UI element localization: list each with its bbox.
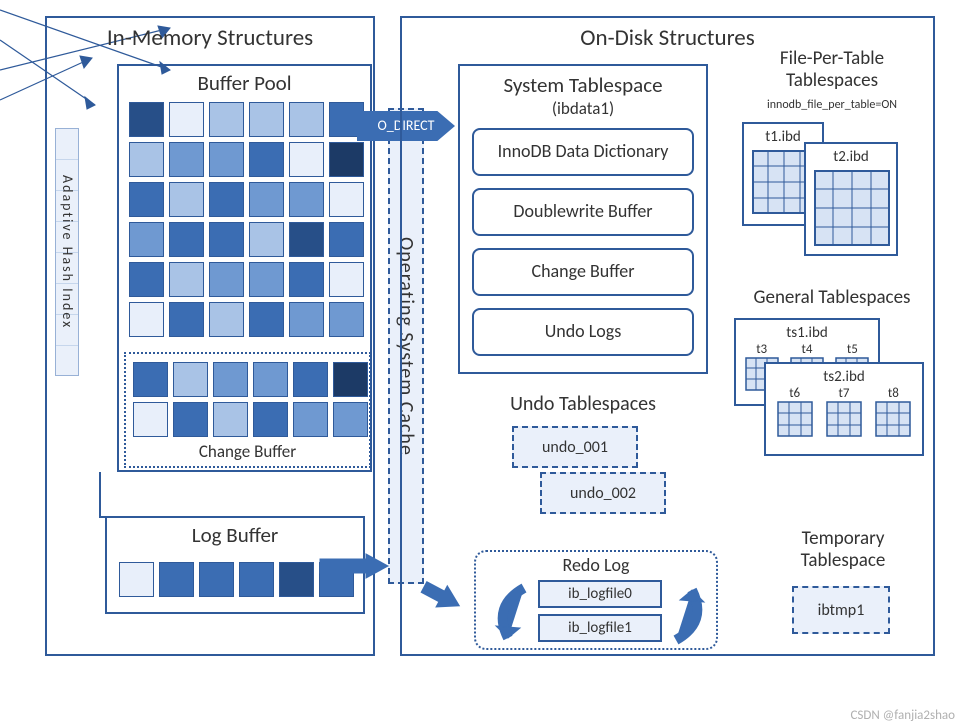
redo-cycle-right-arrow bbox=[666, 582, 712, 646]
file-per-table-title: File-Per-Table Tablespaces bbox=[732, 48, 932, 92]
buffer-pool-grid bbox=[129, 102, 363, 337]
ts2-t7-label: t7 bbox=[839, 386, 850, 401]
on-disk-panel: On-Disk Structures System Tablespace (ib… bbox=[400, 16, 935, 656]
general-tablespaces-title: General Tablespaces bbox=[732, 286, 932, 309]
buffer-pool-to-log-buffer-connector bbox=[99, 472, 137, 518]
system-ts-item-doublewrite: Doublewrite Buffer bbox=[472, 188, 694, 236]
ts1-t3-label: t3 bbox=[756, 342, 767, 357]
log-buffer-row bbox=[119, 562, 354, 597]
redo-cycle-left-arrow bbox=[488, 582, 534, 646]
change-buffer-title: Change Buffer bbox=[126, 441, 369, 462]
in-memory-title: In-Memory Structures bbox=[47, 24, 373, 52]
table-icon bbox=[814, 170, 890, 246]
watermark-text: CSDN @fanjia2shao bbox=[850, 708, 955, 723]
table-icon bbox=[826, 401, 862, 437]
t2-ibd-label: t2.ibd bbox=[806, 144, 896, 166]
change-buffer-grid bbox=[133, 362, 371, 437]
system-tablespace-subtitle: (ibdata1) bbox=[460, 98, 706, 119]
redo-log-box: Redo Log ib_logfile0 ib_logfile1 bbox=[474, 550, 718, 650]
undo-001-box: undo_001 bbox=[512, 426, 638, 468]
redo-log-title: Redo Log bbox=[476, 554, 716, 576]
buffer-pool-title: Buffer Pool bbox=[119, 70, 370, 96]
buffer-pool-box: Buffer Pool Change Buffer bbox=[117, 64, 372, 472]
t2-ibd-box: t2.ibd bbox=[804, 142, 898, 256]
system-ts-item-undo-logs: Undo Logs bbox=[472, 308, 694, 356]
ts1-t5-label: t5 bbox=[847, 342, 858, 357]
system-ts-item-data-dictionary: InnoDB Data Dictionary bbox=[472, 128, 694, 176]
undo-tablespaces-title: Undo Tablespaces bbox=[458, 392, 708, 416]
redo-ib-logfile0: ib_logfile0 bbox=[538, 580, 662, 608]
table-icon bbox=[777, 401, 813, 437]
system-tablespace-box: System Tablespace (ibdata1) InnoDB Data … bbox=[458, 64, 708, 374]
change-buffer-box: Change Buffer bbox=[124, 352, 371, 468]
system-ts-item-change-buffer: Change Buffer bbox=[472, 248, 694, 296]
ts1-t4-label: t4 bbox=[802, 342, 813, 357]
ts1-ibd-label: ts1.ibd bbox=[736, 320, 878, 342]
log-buffer-to-cache-arrow bbox=[320, 554, 390, 578]
file-per-table-config: innodb_file_per_table=ON bbox=[732, 98, 932, 112]
system-tablespace-title: System Tablespace bbox=[460, 72, 706, 98]
ts2-ibd-label: ts2.ibd bbox=[766, 364, 922, 386]
log-buffer-title: Log Buffer bbox=[107, 522, 363, 548]
ts2-t6-label: t6 bbox=[789, 386, 800, 401]
redo-ib-logfile1: ib_logfile1 bbox=[538, 614, 662, 642]
temporary-tablespace-title: Temporary Tablespace bbox=[758, 528, 928, 572]
table-icon bbox=[875, 401, 911, 437]
ibtmp1-box: ibtmp1 bbox=[792, 586, 890, 634]
ts2-t8-label: t8 bbox=[888, 386, 899, 401]
adaptive-hash-index-label: Adaptive Hash Index bbox=[58, 134, 76, 370]
undo-002-box: undo_002 bbox=[540, 472, 666, 514]
ts2-ibd-box: ts2.ibd t6 t7 t8 bbox=[764, 362, 924, 456]
